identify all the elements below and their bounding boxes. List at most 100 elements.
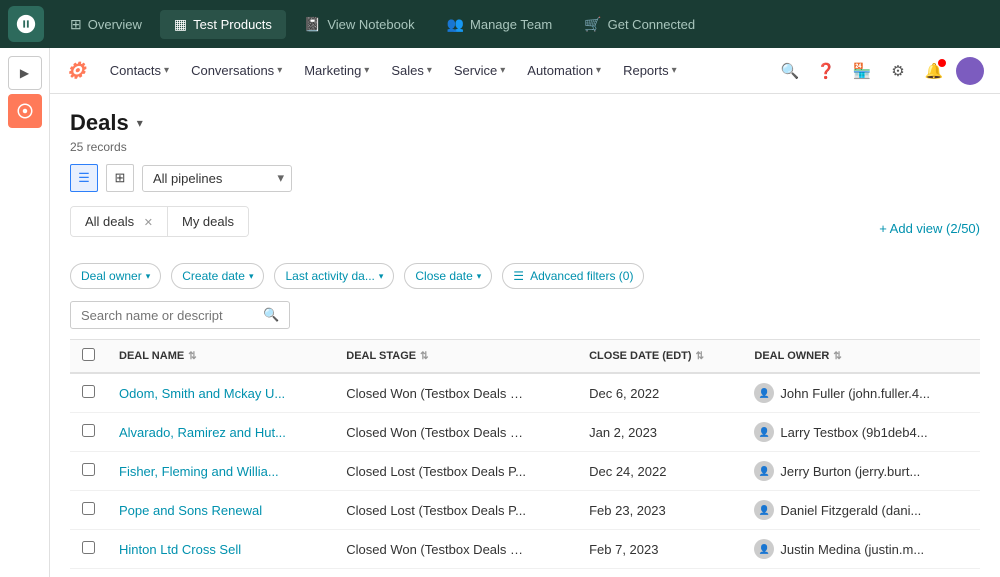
row-checkbox-cell [70,413,107,452]
owner-avatar: 👤 [754,500,774,520]
th-deal-stage[interactable]: DEAL STAGE ⇅ [334,340,577,374]
deal-name-link[interactable]: Odom, Smith and Mckay U... [119,386,285,401]
cell-deal-stage: Decision Maker Bought-In (T... [334,569,577,577]
notifications-icon[interactable]: 🔔 [920,57,948,85]
chevron-down-icon: ▾ [364,65,369,76]
grid-view-button[interactable]: ⊞ [106,164,134,192]
user-avatar[interactable] [956,57,984,85]
table-row: Odom, Smith and Mckay U... Closed Won (T… [70,373,980,413]
cell-deal-owner: 👤 Larry Testbox (9b1deb4... [742,413,980,452]
table-icon: ▦ [174,16,187,33]
advanced-filters-button[interactable]: ☰ Advanced filters (0) [502,263,644,289]
nav-sales[interactable]: Sales ▾ [381,57,442,84]
cell-deal-name: Odom, Smith and Mckay U... [107,373,334,413]
sort-icon: ⇅ [188,351,196,362]
deals-table: DEAL NAME ⇅ DEAL STAGE ⇅ [70,339,980,577]
tab-test-products[interactable]: ▦ Test Products [160,10,286,39]
row-checkbox-cell [70,452,107,491]
help-icon[interactable]: ❓ [812,57,840,85]
search-icon[interactable]: 🔍 [776,57,804,85]
chevron-down-icon: ▾ [146,271,151,282]
row-checkbox[interactable] [82,541,95,554]
notif-badge [938,59,946,67]
search-box: 🔍 [70,301,290,329]
tab-overview[interactable]: ⊞ Overview [56,10,156,39]
row-checkbox[interactable] [82,424,95,437]
table-row: Fisher, Fleming and Willia... Closed Los… [70,452,980,491]
deal-name-link[interactable]: Fisher, Fleming and Willia... [119,464,279,479]
cell-deal-name: Hinton Ltd Cross Sell [107,530,334,569]
table-row: Alvarado, Ramirez and Hut... Closed Won … [70,413,980,452]
tab-get-connected[interactable]: 🛒 Get Connected [570,10,709,39]
pipeline-select[interactable]: All pipelines Sales Pipeline Enterprise … [142,165,292,192]
filter-create-date[interactable]: Create date ▾ [171,263,264,289]
deals-dropdown-arrow[interactable]: ▾ [137,116,143,130]
row-checkbox-cell [70,373,107,413]
chevron-down-icon: ▾ [477,271,482,282]
marketplace-icon[interactable]: 🏪 [848,57,876,85]
th-deal-name[interactable]: DEAL NAME ⇅ [107,340,334,374]
tab-manage-team[interactable]: 👥 Manage Team [433,10,567,39]
nav-service[interactable]: Service ▾ [444,57,515,84]
search-icon: 🔍 [263,307,279,323]
list-view-button[interactable]: ☰ [70,164,98,192]
nav-reports[interactable]: Reports ▾ [613,57,687,84]
chevron-down-icon: ▾ [596,65,601,76]
nav-marketing[interactable]: Marketing ▾ [294,57,379,84]
pipeline-wrapper: All pipelines Sales Pipeline Enterprise … [142,165,292,192]
top-nav: ⊞ Overview ▦ Test Products 📓 View Notebo… [0,0,1000,48]
chevron-down-icon: ▾ [500,65,505,76]
filter-deal-owner[interactable]: Deal owner ▾ [70,263,161,289]
tab-my-deals[interactable]: My deals [168,207,248,236]
cell-deal-name: Fisher, Fleming and Willia... [107,452,334,491]
deal-name-link[interactable]: Alvarado, Ramirez and Hut... [119,425,286,440]
owner-avatar: 👤 [754,539,774,559]
cell-deal-stage: Closed Won (Testbox Deals P... [334,530,577,569]
tab-view-notebook[interactable]: 📓 View Notebook [290,10,429,39]
cell-deal-stage: Closed Lost (Testbox Deals P... [334,452,577,491]
cell-close-date: Dec 24, 2022 [577,452,742,491]
close-all-deals[interactable]: ✕ [144,217,153,229]
main-content: ⚙ Contacts ▾ Conversations ▾ Marketing ▾… [50,48,1000,577]
book-icon: 📓 [304,16,321,33]
row-checkbox-cell [70,569,107,577]
deal-name-link[interactable]: Pope and Sons Renewal [119,503,262,518]
chevron-down-icon: ▾ [277,65,282,76]
cell-deal-owner: 👤 John Fuller (john.fuller.4... [742,569,980,577]
people-icon: 👥 [447,16,464,33]
cell-deal-name: Alvarado, Ramirez and Hut... [107,413,334,452]
settings-icon[interactable]: ⚙ [884,57,912,85]
table-row: Pope and Sons Renewal Closed Lost (Testb… [70,491,980,530]
cell-deal-stage: Closed Won (Testbox Deals P... [334,413,577,452]
table-header-row: DEAL NAME ⇅ DEAL STAGE ⇅ [70,340,980,374]
nav-contacts[interactable]: Contacts ▾ [100,57,179,84]
sidebar-toggle[interactable]: ▶ [8,56,42,90]
th-deal-owner[interactable]: DEAL OWNER ⇅ [742,340,980,374]
cell-close-date: Feb 7, 2023 [577,530,742,569]
row-checkbox[interactable] [82,385,95,398]
owner-avatar: 👤 [754,383,774,403]
row-checkbox[interactable] [82,463,95,476]
nav-actions: 🔍 ❓ 🏪 ⚙ 🔔 [776,57,984,85]
tab-all-deals[interactable]: All deals ✕ [71,207,168,236]
row-checkbox[interactable] [82,502,95,515]
nav-conversations[interactable]: Conversations ▾ [181,57,292,84]
nav-automation[interactable]: Automation ▾ [517,57,611,84]
search-input[interactable] [81,308,257,323]
cell-deal-name: Pope and Sons Renewal [107,491,334,530]
deal-name-link[interactable]: Hinton Ltd Cross Sell [119,542,241,557]
th-close-date[interactable]: CLOSE DATE (EDT) ⇅ [577,340,742,374]
cell-deal-owner: 👤 Daniel Fitzgerald (dani... [742,491,980,530]
add-view-button[interactable]: + Add view (2/50) [879,221,980,236]
filter-last-activity[interactable]: Last activity da... ▾ [274,263,394,289]
deals-count: 25 records [70,140,980,154]
hubspot-icon[interactable] [8,94,42,128]
filter-close-date[interactable]: Close date ▾ [404,263,492,289]
cell-close-date: Feb 23, 2023 [577,491,742,530]
select-all-checkbox[interactable] [82,348,95,361]
app-logo[interactable] [8,6,44,42]
cell-deal-stage: Closed Lost (Testbox Deals P... [334,491,577,530]
left-sidebar: ▶ [0,48,50,577]
deals-title: Deals [70,110,129,136]
table-row: Hinton Ltd Cross Sell Closed Won (Testbo… [70,530,980,569]
